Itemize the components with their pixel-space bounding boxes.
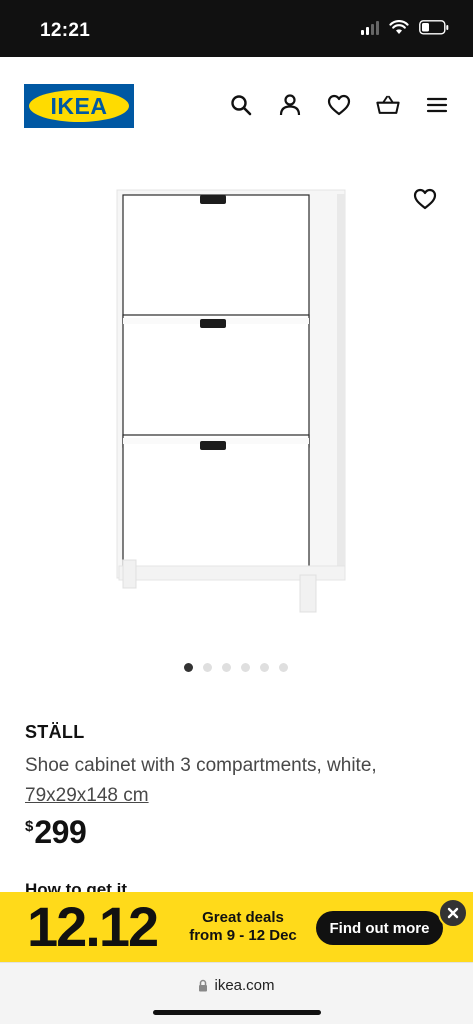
account-icon[interactable] bbox=[278, 93, 302, 117]
promo-date: 12.12 bbox=[27, 895, 159, 958]
carousel-dot[interactable] bbox=[203, 663, 212, 672]
browser-address-bar: ikea.com bbox=[0, 962, 473, 1024]
promo-text: Great deals from 9 - 12 Dec bbox=[183, 909, 303, 945]
favorite-heart-icon[interactable] bbox=[413, 188, 437, 212]
carousel-dot[interactable] bbox=[279, 663, 288, 672]
cellular-signal-icon bbox=[361, 20, 379, 35]
status-icons bbox=[361, 20, 449, 35]
find-out-more-button[interactable]: Find out more bbox=[316, 911, 443, 945]
wishlist-heart-icon[interactable] bbox=[327, 93, 351, 117]
product-price: $ 299 bbox=[25, 814, 87, 851]
wifi-icon bbox=[389, 20, 409, 34]
promo-line-1: Great deals bbox=[202, 909, 284, 926]
carousel-dot[interactable] bbox=[241, 663, 250, 672]
menu-icon[interactable] bbox=[425, 93, 449, 117]
image-carousel-dots bbox=[0, 663, 473, 672]
status-bar: 12:21 bbox=[0, 0, 473, 57]
page: 12:21 IKEA STÄLL Shoe cabinet with 3 com… bbox=[0, 0, 473, 1024]
battery-icon bbox=[419, 20, 449, 35]
close-promo-icon[interactable] bbox=[438, 898, 468, 928]
product-dimensions-link[interactable]: 79x29x148 cm bbox=[25, 785, 149, 806]
ikea-logo[interactable]: IKEA bbox=[24, 84, 134, 128]
carousel-dot[interactable] bbox=[222, 663, 231, 672]
lock-icon bbox=[199, 979, 208, 992]
shopping-basket-icon[interactable] bbox=[376, 93, 400, 117]
promo-line-2: from 9 - 12 Dec bbox=[189, 927, 297, 944]
price-amount: 299 bbox=[34, 814, 87, 850]
carousel-dot[interactable] bbox=[260, 663, 269, 672]
search-icon[interactable] bbox=[229, 93, 253, 117]
product-image[interactable] bbox=[0, 170, 473, 640]
price-currency: $ bbox=[25, 818, 34, 835]
url-text: ikea.com bbox=[214, 977, 275, 994]
status-time: 12:21 bbox=[40, 20, 91, 41]
product-description-text: Shoe cabinet with 3 compartments, white, bbox=[25, 755, 377, 776]
site-header: IKEA bbox=[0, 57, 473, 157]
carousel-dot[interactable] bbox=[184, 663, 193, 672]
home-indicator[interactable] bbox=[153, 1010, 321, 1015]
product-description: Shoe cabinet with 3 compartments, white,… bbox=[25, 751, 455, 811]
url-field[interactable]: ikea.com bbox=[0, 977, 473, 994]
promo-banner: 12.12 Great deals from 9 - 12 Dec Find o… bbox=[0, 892, 473, 962]
product-name: STÄLL bbox=[25, 722, 85, 742]
header-actions bbox=[229, 93, 449, 117]
